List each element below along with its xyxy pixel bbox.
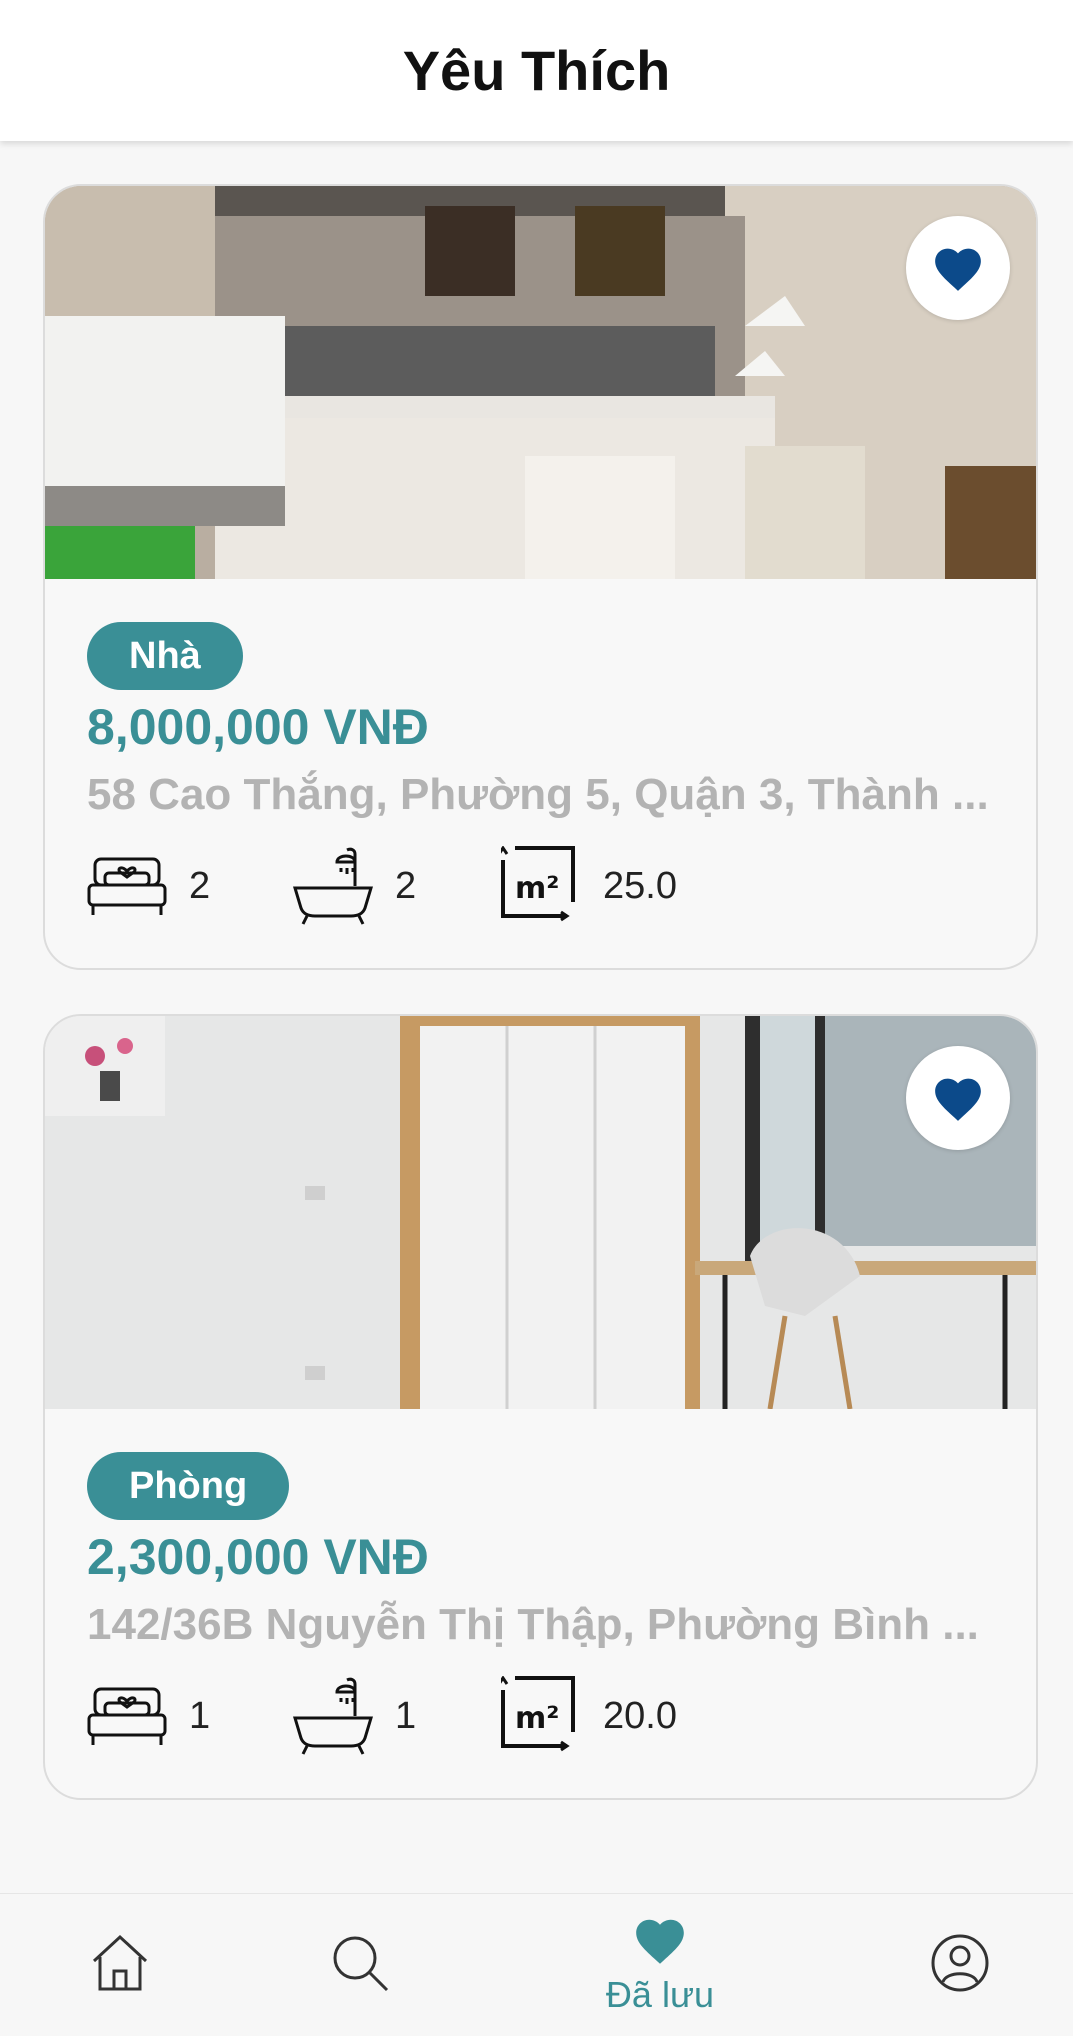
nav-saved[interactable]: Đã lưu	[580, 1894, 740, 2036]
nav-saved-label: Đã lưu	[605, 1973, 715, 2015]
bedrooms-stat: 1	[87, 1676, 210, 1756]
favorite-button[interactable]	[906, 216, 1010, 320]
bottom-nav: Đã lưu	[0, 1893, 1073, 2035]
area-icon: m²	[501, 1676, 581, 1756]
svg-text:m²: m²	[515, 871, 559, 906]
nav-search[interactable]	[310, 1894, 410, 2036]
heart-icon	[930, 1074, 986, 1122]
nav-home[interactable]	[70, 1894, 170, 2036]
bathrooms-value: 1	[395, 1694, 417, 1737]
bed-icon	[87, 853, 167, 919]
listing-price: 8,000,000 VNĐ	[87, 699, 429, 755]
favorite-button[interactable]	[906, 1046, 1010, 1150]
bathrooms-stat: 2	[293, 846, 416, 926]
bed-icon	[87, 1683, 167, 1749]
area-value: 20.0	[603, 1694, 677, 1737]
search-icon	[330, 1933, 390, 1998]
bathtub-icon	[293, 1676, 373, 1756]
svg-text:m²: m²	[515, 1701, 559, 1736]
bedrooms-value: 2	[189, 864, 211, 907]
app-header: Yêu Thích	[0, 0, 1073, 141]
area-stat: m² 20.0	[501, 1676, 677, 1756]
page-title: Yêu Thích	[402, 39, 671, 102]
bathrooms-value: 2	[395, 864, 417, 907]
area-value: 25.0	[603, 864, 677, 907]
profile-icon	[930, 1933, 990, 1998]
bathrooms-stat: 1	[293, 1676, 416, 1756]
listing-photo	[45, 1016, 1036, 1409]
listing-address: 142/36B Nguyễn Thị Thập, Phường Bình ...	[87, 1600, 979, 1649]
heart-icon	[930, 244, 986, 292]
listing-card[interactable]: Nhà 8,000,000 VNĐ 58 Cao Thắng, Phường 5…	[43, 184, 1038, 970]
area-icon: m²	[501, 846, 581, 926]
nav-profile[interactable]	[910, 1894, 1010, 2036]
heart-icon	[631, 1915, 689, 1970]
listing-photo	[45, 186, 1036, 579]
bedrooms-stat: 2	[87, 846, 210, 926]
listing-address: 58 Cao Thắng, Phường 5, Quận 3, Thành ..…	[87, 770, 989, 819]
bathtub-icon	[293, 846, 373, 926]
home-icon	[90, 1933, 150, 1998]
property-type-badge: Phòng	[87, 1452, 290, 1520]
area-stat: m² 25.0	[501, 846, 677, 926]
listing-price: 2,300,000 VNĐ	[87, 1529, 429, 1585]
bedrooms-value: 1	[189, 1694, 211, 1737]
property-type-badge: Nhà	[87, 622, 243, 690]
listing-card[interactable]: Phòng 2,300,000 VNĐ 142/36B Nguyễn Thị T…	[43, 1014, 1038, 1800]
